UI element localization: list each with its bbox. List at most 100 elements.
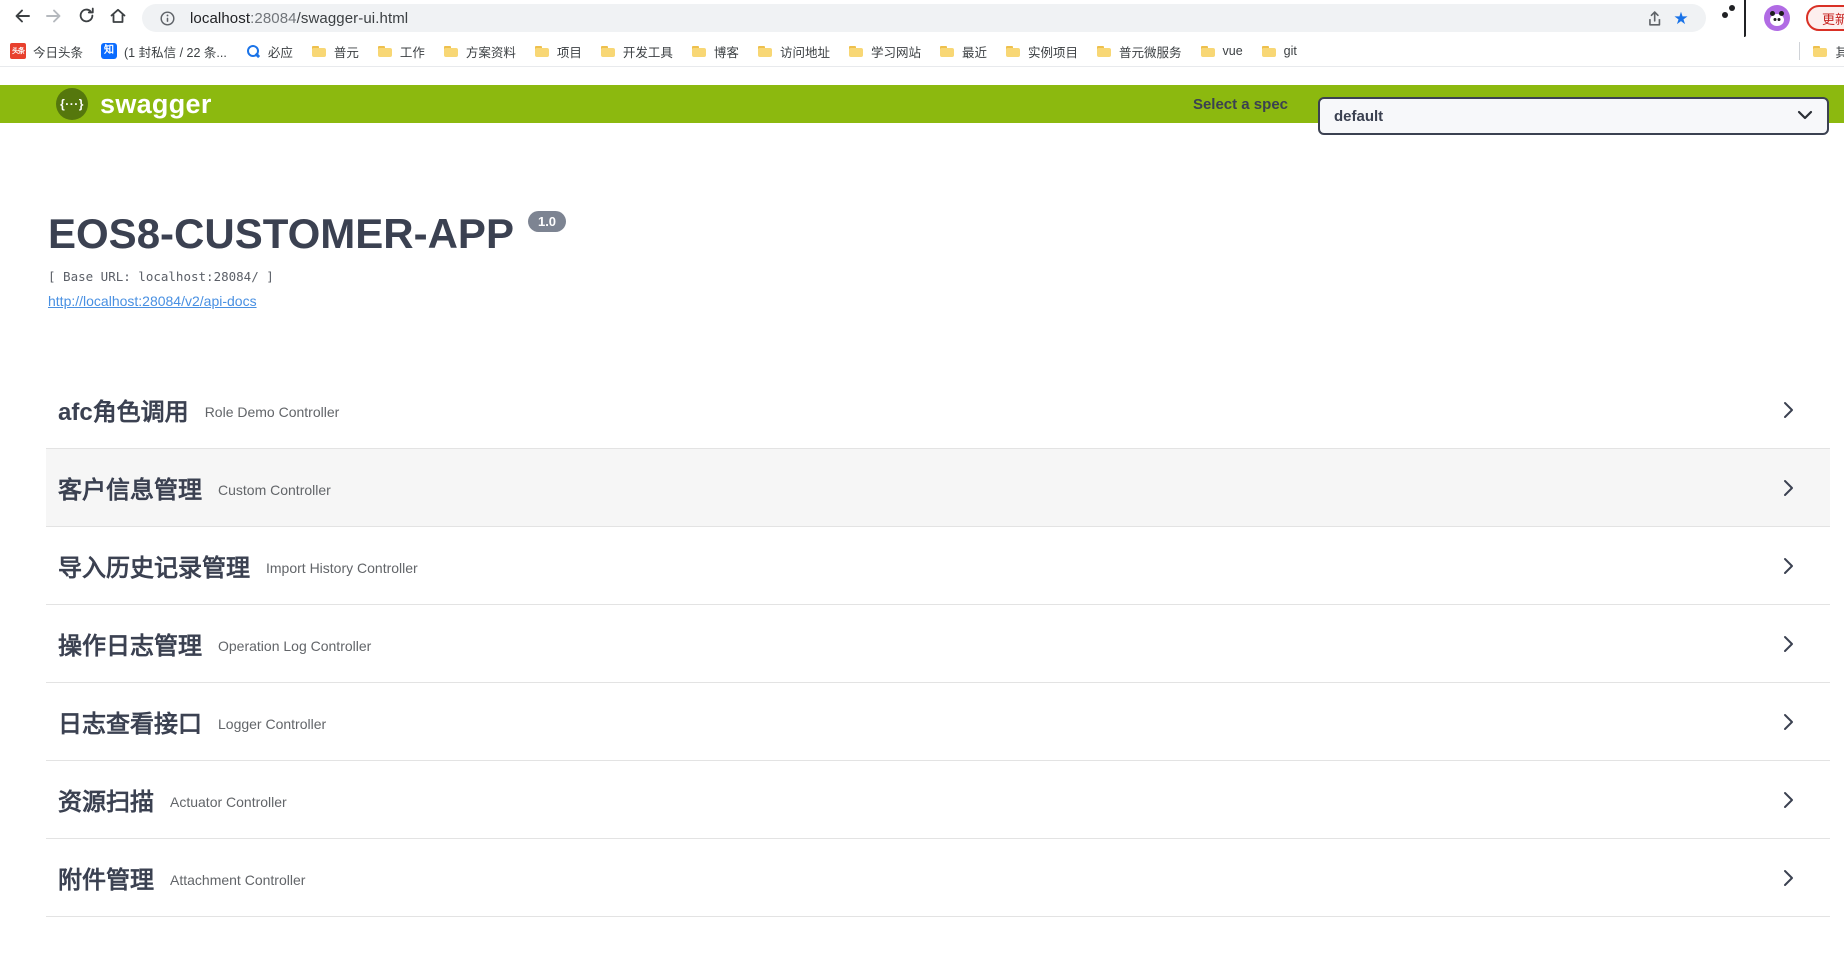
bookmark-item[interactable]: vue — [1200, 43, 1243, 59]
bookmark-favicon — [691, 43, 707, 59]
bookmark-item[interactable]: 普元 — [311, 42, 359, 61]
chevron-right-icon[interactable] — [1778, 555, 1798, 577]
extensions-button[interactable] — [1722, 9, 1728, 27]
bookmark-label: 普元微服务 — [1119, 42, 1182, 61]
bookmark-favicon — [757, 43, 773, 59]
bookmark-item[interactable]: 实例项目 — [1005, 42, 1078, 61]
chevron-right-icon[interactable] — [1778, 633, 1798, 655]
bookmark-label: 博客 — [714, 42, 739, 61]
chevron-right-icon[interactable] — [1778, 399, 1798, 421]
section-subtitle: Custom Controller — [218, 482, 331, 498]
bookmark-favicon — [377, 43, 393, 59]
bookmark-favicon — [848, 43, 864, 59]
browser-toolbar: localhost:28084/swagger-ui.html ★ 更新 — [0, 0, 1844, 36]
other-bookmarks-folder[interactable]: 其 — [1812, 42, 1844, 61]
spec-select-value: default — [1334, 108, 1383, 125]
section-title: afc角色调用 — [58, 392, 189, 427]
chevron-right-icon[interactable] — [1778, 867, 1798, 889]
bookmark-label: 学习网站 — [871, 42, 921, 61]
api-section-row[interactable]: afc角色调用 Role Demo Controller — [46, 371, 1830, 449]
bookmark-item[interactable]: 访问地址 — [757, 42, 830, 61]
bookmark-item[interactable]: git — [1261, 43, 1297, 59]
home-button[interactable] — [102, 2, 134, 34]
swagger-logo-text[interactable]: swagger — [100, 89, 212, 120]
spec-select-dropdown[interactable]: default — [1318, 97, 1829, 135]
api-title: EOS8-CUSTOMER-APP 1.0 — [48, 211, 1844, 257]
bookmark-label: (1 封私信 / 22 条... — [124, 42, 227, 61]
chevron-down-icon — [1797, 108, 1813, 125]
bookmark-item[interactable]: 方案资料 — [443, 42, 516, 61]
version-badge: 1.0 — [528, 211, 566, 232]
toolbar-right-cluster: 更新 — [1722, 0, 1834, 36]
section-title: 导入历史记录管理 — [58, 548, 250, 583]
section-subtitle: Role Demo Controller — [205, 404, 340, 420]
site-info-icon[interactable] — [154, 5, 180, 31]
bookmark-label: 工作 — [400, 42, 425, 61]
bookmark-favicon — [939, 43, 955, 59]
bookmark-favicon — [245, 43, 261, 59]
bookmark-label: 今日头条 — [33, 42, 83, 61]
chevron-right-icon[interactable] — [1778, 711, 1798, 733]
chrome-update-button[interactable]: 更新 — [1806, 5, 1844, 31]
api-section-row[interactable]: 日志查看接口 Logger Controller — [46, 683, 1830, 761]
address-bar[interactable]: localhost:28084/swagger-ui.html ★ — [142, 4, 1706, 32]
base-url-text: [ Base URL: localhost:28084/ ] — [48, 269, 1844, 284]
section-title: 日志查看接口 — [58, 704, 202, 739]
browser-chrome: localhost:28084/swagger-ui.html ★ 更新 今日头… — [0, 0, 1844, 67]
api-section-row[interactable]: 导入历史记录管理 Import History Controller — [46, 527, 1830, 605]
chevron-right-icon[interactable] — [1778, 789, 1798, 811]
bookmark-item[interactable]: 项目 — [534, 42, 582, 61]
section-subtitle: Attachment Controller — [170, 872, 305, 888]
section-subtitle: Operation Log Controller — [218, 638, 371, 654]
bookmark-label: 最近 — [962, 42, 987, 61]
bookmarks-separator — [1799, 42, 1800, 60]
forward-button[interactable] — [38, 2, 70, 34]
refresh-icon — [77, 6, 96, 30]
bookmark-item[interactable]: 工作 — [377, 42, 425, 61]
bookmark-item[interactable]: 普元微服务 — [1096, 42, 1182, 61]
api-docs-link[interactable]: http://localhost:28084/v2/api-docs — [48, 293, 257, 309]
bookmark-item[interactable]: 最近 — [939, 42, 987, 61]
bookmark-favicon — [101, 43, 117, 59]
bookmarks-list: 今日头条 (1 封私信 / 22 条... 必应 普元 — [10, 42, 1297, 61]
api-section-row[interactable]: 操作日志管理 Operation Log Controller — [46, 605, 1830, 683]
bookmark-item[interactable]: 必应 — [245, 42, 293, 61]
bookmark-item[interactable]: 今日头条 — [10, 42, 83, 61]
refresh-button[interactable] — [70, 2, 102, 34]
bookmark-favicon — [1096, 43, 1112, 59]
side-panel-icon — [1744, 0, 1746, 37]
share-icon[interactable] — [1642, 5, 1668, 31]
section-title: 附件管理 — [58, 860, 154, 895]
bookmark-favicon — [10, 43, 26, 59]
api-section-row[interactable]: 资源扫描 Actuator Controller — [46, 761, 1830, 839]
bookmark-label: 访问地址 — [780, 42, 830, 61]
api-title-text: EOS8-CUSTOMER-APP — [48, 211, 514, 257]
select-spec-label: Select a spec — [1193, 85, 1288, 123]
bookmark-item[interactable]: (1 封私信 / 22 条... — [101, 42, 227, 61]
section-subtitle: Actuator Controller — [170, 794, 287, 810]
logo-glyph: {···} — [60, 97, 84, 111]
back-button[interactable] — [6, 2, 38, 34]
bookmark-label: 项目 — [557, 42, 582, 61]
profile-avatar[interactable] — [1764, 5, 1790, 31]
bookmark-item[interactable]: 博客 — [691, 42, 739, 61]
bookmarks-bar: 今日头条 (1 封私信 / 22 条... 必应 普元 — [0, 36, 1844, 66]
forward-arrow-icon — [44, 6, 64, 31]
side-panel-button[interactable] — [1744, 0, 1748, 36]
section-title: 客户信息管理 — [58, 470, 202, 505]
bookmark-item[interactable]: 学习网站 — [848, 42, 921, 61]
section-subtitle: Import History Controller — [266, 560, 418, 576]
swagger-topbar: {···} swagger Select a spec default — [0, 85, 1844, 123]
api-section-row[interactable]: 客户信息管理 Custom Controller — [46, 449, 1830, 527]
bookmark-favicon — [1005, 43, 1021, 59]
chevron-right-icon[interactable] — [1778, 477, 1798, 499]
bookmark-item[interactable]: 开发工具 — [600, 42, 673, 61]
bookmark-favicon — [600, 43, 616, 59]
bookmark-star-icon[interactable]: ★ — [1668, 5, 1694, 31]
api-section-row[interactable]: 附件管理 Attachment Controller — [46, 839, 1830, 917]
api-sections: afc角色调用 Role Demo Controller 客户信息管理 Cust… — [46, 371, 1830, 917]
home-icon — [108, 6, 128, 31]
bookmark-favicon — [311, 43, 327, 59]
other-bookmarks-label: 其 — [1835, 42, 1844, 61]
swagger-logo-icon[interactable]: {···} — [56, 88, 88, 120]
